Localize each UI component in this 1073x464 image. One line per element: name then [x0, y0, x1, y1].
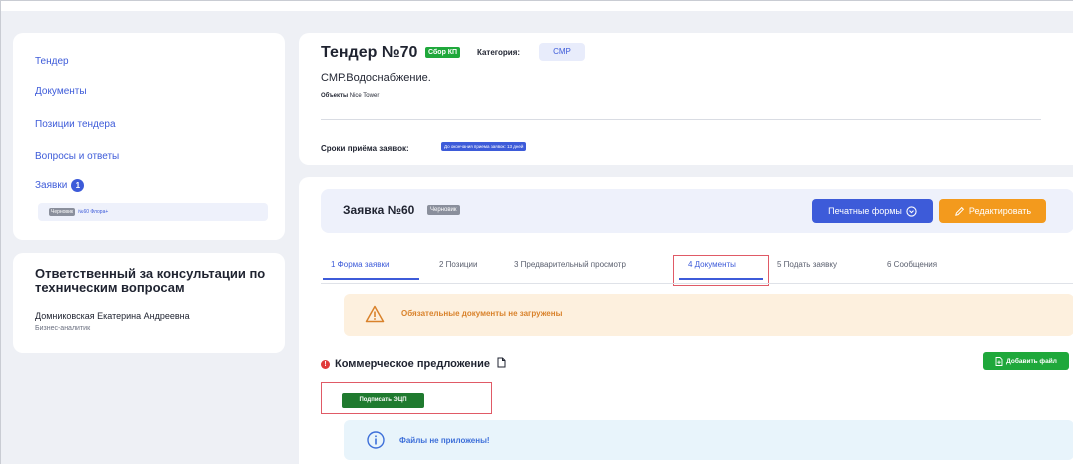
application-header: Заявка №60 Черновик Печатные формы Редак…: [321, 189, 1073, 233]
document-icon: [497, 357, 506, 368]
chevron-down-circle-icon: [906, 205, 917, 217]
section-title-text: Коммерческое предложение: [335, 358, 491, 370]
responsible-title: Ответственный за консультации по техниче…: [35, 266, 266, 295]
documents-tab-highlight: [673, 255, 769, 286]
responsible-role: Бизнес-аналитик: [35, 325, 91, 332]
deadline-label: Сроки приёма заявок:: [321, 144, 409, 153]
section-title: Коммерческое предложение: [335, 357, 506, 370]
category-chip: СМР: [539, 43, 585, 61]
tab-messages[interactable]: 6 Сообщения: [887, 260, 937, 269]
tab-preview[interactable]: 3 Предварительный просмотр: [514, 260, 626, 269]
tabs-divider: [321, 283, 1073, 284]
print-forms-button[interactable]: Печатные формы: [812, 199, 933, 223]
tab-submit[interactable]: 5 Подать заявку: [777, 260, 837, 269]
warning-text: Обязательные документы не загружены: [401, 309, 563, 318]
warning-alert: Обязательные документы не загружены: [344, 294, 1073, 336]
required-error-icon: !: [321, 360, 330, 369]
top-strip: [1, 1, 1073, 11]
sidebar-item-label: Заявки: [35, 180, 68, 192]
pencil-icon: [955, 206, 964, 216]
sidebar-item-documents[interactable]: Документы: [35, 86, 87, 97]
sidebar-item-tender[interactable]: Тендер: [35, 56, 69, 67]
tender-subject: СМР.Водоснабжение.: [321, 72, 431, 84]
edit-label: Редактировать: [968, 206, 1032, 216]
print-forms-label: Печатные формы: [828, 206, 902, 216]
application-status-badge: Черновик: [427, 205, 460, 215]
sidebar-item-qa[interactable]: Вопросы и ответы: [35, 151, 119, 162]
info-text: Файлы не приложены!: [399, 436, 490, 445]
file-plus-icon: [995, 356, 1003, 366]
add-file-button[interactable]: Добавить файл: [983, 352, 1069, 370]
active-tab-underline: [323, 278, 419, 280]
application-card: Заявка №60 Черновик Печатные формы Редак…: [299, 177, 1073, 464]
objects-label: Объекты: [321, 93, 349, 99]
edit-button[interactable]: Редактировать: [939, 199, 1046, 223]
sidebar-item-applications[interactable]: Заявки 1: [35, 179, 85, 192]
application-item-label: №60 Флора+: [78, 209, 109, 215]
tender-objects: Объекты Nice Tower: [321, 93, 379, 99]
sidebar-application-item[interactable]: Черновик №60 Флора+: [38, 203, 268, 221]
deadline-badge: До окончания приема заявок: 13 дней: [441, 142, 527, 151]
add-file-label: Добавить файл: [1006, 357, 1057, 365]
category-label: Категория:: [477, 48, 521, 57]
application-status-tag: Черновик: [49, 208, 76, 216]
tender-title: Тендер №70: [321, 44, 418, 61]
responsible-name: Домниковская Екатерина Андреевна: [35, 311, 190, 321]
tender-status-badge: Сбор КП: [425, 47, 461, 58]
info-icon: [367, 431, 385, 449]
tab-positions[interactable]: 2 Позиции: [439, 260, 477, 269]
header-divider: [321, 119, 1041, 120]
warning-icon: [365, 305, 385, 323]
sidebar-item-positions[interactable]: Позиции тендера: [35, 119, 116, 130]
applications-count-badge: 1: [71, 179, 85, 192]
responsible-card: Ответственный за консультации по техниче…: [13, 253, 285, 353]
objects-value: Nice Tower: [349, 93, 380, 99]
tab-form[interactable]: 1 Форма заявки: [331, 260, 390, 269]
app-frame: Тендер Документы Позиции тендера Вопросы…: [0, 0, 1073, 464]
application-title: Заявка №60: [343, 203, 415, 217]
info-alert: Файлы не приложены!: [344, 420, 1073, 460]
tender-header-card: Тендер №70 Сбор КП Категория: СМР СМР.Во…: [299, 33, 1073, 165]
sign-ecp-button[interactable]: Подписать ЭЦП: [342, 393, 424, 408]
